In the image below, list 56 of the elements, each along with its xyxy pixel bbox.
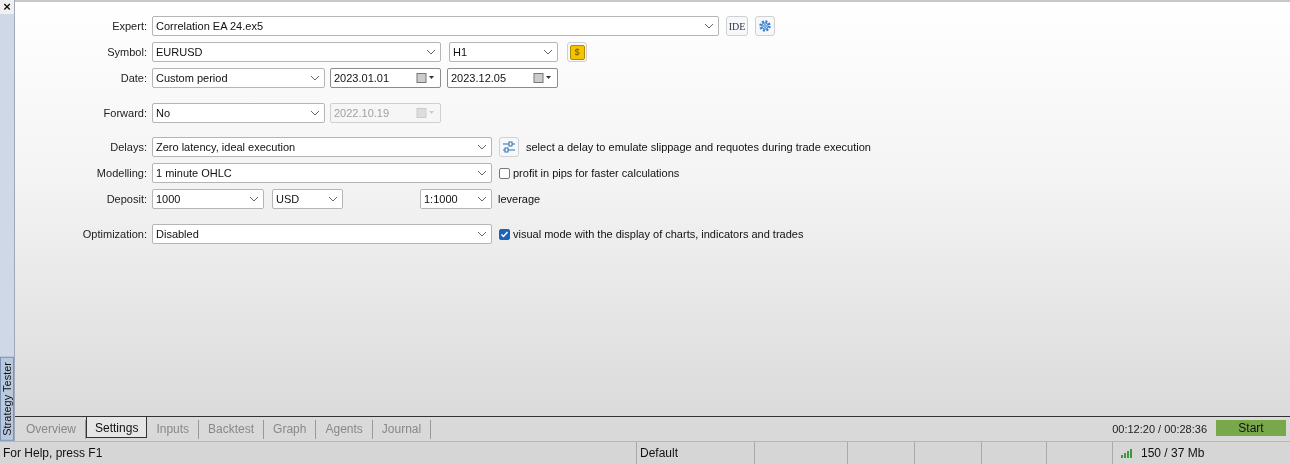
- dropdown[interactable]: H1: [449, 42, 558, 62]
- dropdown[interactable]: 1:1000: [420, 189, 492, 209]
- close-button[interactable]: ×: [0, 0, 14, 14]
- field-label: Delays:: [109, 141, 148, 153]
- calendar-icon: [416, 73, 436, 83]
- settings-button[interactable]: [755, 16, 775, 36]
- hint-text: leverage: [498, 193, 541, 205]
- dropdown[interactable]: EURUSD: [152, 42, 441, 62]
- checkbox[interactable]: [499, 228, 510, 240]
- field-label: Symbol:: [106, 46, 148, 58]
- chevron-down-icon: [477, 196, 487, 202]
- delay-settings-button[interactable]: [499, 137, 519, 157]
- field-label: Date:: [119, 72, 148, 84]
- chevron-down-icon: [310, 110, 320, 116]
- tab[interactable]: Settings: [86, 417, 148, 438]
- settings-icon: [758, 19, 772, 33]
- date-field[interactable]: 2023.12.05: [447, 68, 558, 88]
- dropdown[interactable]: 1 minute OHLC: [152, 163, 492, 183]
- calendar-icon: [533, 73, 553, 83]
- checkbox[interactable]: [499, 167, 510, 179]
- chevron-down-icon: [328, 196, 338, 202]
- panel-title[interactable]: Strategy Tester: [0, 357, 14, 441]
- dropdown[interactable]: Zero latency, ideal execution: [152, 137, 492, 157]
- field-label: Deposit:: [105, 193, 148, 205]
- help-text: For Help, press F1: [3, 446, 103, 460]
- chevron-down-icon: [477, 231, 487, 237]
- hint-text: select a delay to emulate slippage and requotes during trade execution: [526, 141, 871, 153]
- symbol-properties-button[interactable]: $: [567, 42, 587, 62]
- field-label: Modelling:: [95, 167, 148, 179]
- start-button[interactable]: Start: [1216, 420, 1286, 436]
- chevron-down-icon: [704, 23, 714, 29]
- ide-button[interactable]: IDE: [726, 16, 748, 36]
- checkbox-label: profit in pips for faster calculations: [513, 167, 680, 179]
- field-label: Expert:: [111, 20, 148, 32]
- chevron-down-icon: [249, 196, 259, 202]
- chevron-down-icon: [310, 75, 320, 81]
- chevron-down-icon: [426, 49, 436, 55]
- chevron-down-icon: [477, 170, 487, 176]
- dropdown[interactable]: 1000: [152, 189, 264, 209]
- date-field[interactable]: 2023.01.01: [330, 68, 441, 88]
- field-label: Forward:: [102, 107, 148, 119]
- dropdown[interactable]: USD: [272, 189, 343, 209]
- chevron-down-icon: [477, 144, 487, 150]
- checkbox-label: visual mode with the display of charts, indicators and trades: [513, 228, 804, 240]
- dropdown[interactable]: Disabled: [152, 224, 492, 244]
- sliders-icon: [502, 141, 516, 153]
- signal-icon: [1121, 448, 1133, 458]
- field-label: Optimization:: [81, 228, 148, 240]
- dropdown[interactable]: Custom period: [152, 68, 325, 88]
- dropdown[interactable]: Correlation EA 24.ex5: [152, 16, 719, 36]
- memory-usage: 150 / 37 Mb: [1141, 446, 1205, 460]
- calendar-icon: [416, 108, 436, 118]
- dropdown[interactable]: No: [152, 103, 325, 123]
- chevron-down-icon: [543, 49, 553, 55]
- elapsed-time: 00:12:20 / 00:28:36: [1112, 423, 1207, 435]
- profile-name: Default: [640, 446, 679, 460]
